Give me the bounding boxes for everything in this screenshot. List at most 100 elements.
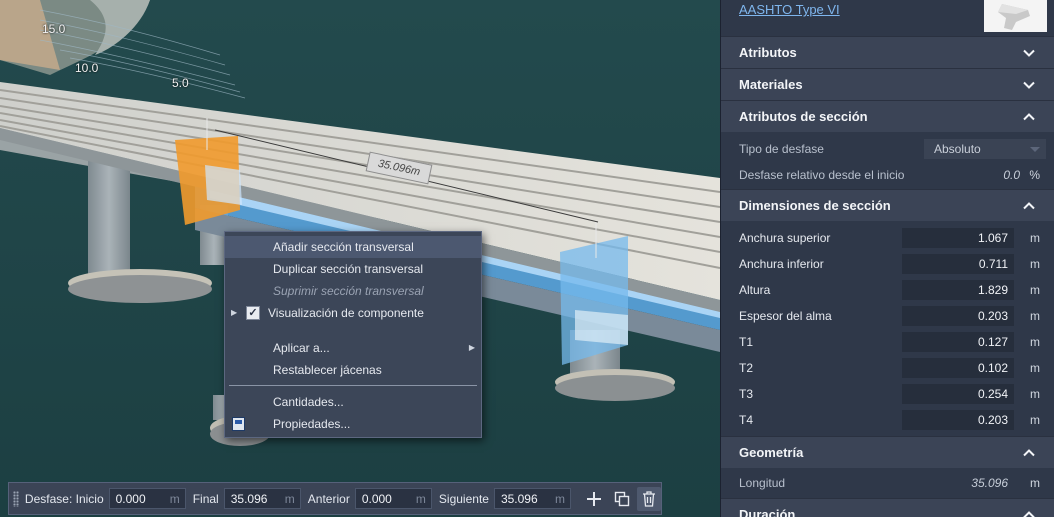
dimension-label: T2 — [739, 361, 754, 375]
chevron-up-icon — [1023, 112, 1035, 120]
girder-family-link[interactable]: AASHTO Type VI — [739, 2, 840, 17]
unit-label: m — [169, 491, 180, 506]
dimension-row: Espesor del alma 0.203 m — [721, 303, 1054, 329]
submenu-arrow-icon: ▶ — [468, 343, 475, 352]
menu-item-component-display[interactable]: ▶ ✓ Visualización de componente — [225, 302, 481, 324]
offset-type-label: Tipo de desfase — [739, 142, 824, 156]
dimension-value-input[interactable]: 0.203 — [902, 306, 1014, 326]
dimension-row: Anchura superior 1.067 m — [721, 225, 1054, 251]
dimension-value-input[interactable]: 1.829 — [902, 280, 1014, 300]
section-attributes-body: Tipo de desfase Absoluto Desfase relativ… — [721, 132, 1054, 189]
relative-offset-value: 0.0 — [1003, 168, 1020, 182]
menu-item-label: Suprimir sección transversal — [273, 284, 424, 298]
dimension-row: T4 0.203 m — [721, 407, 1054, 433]
chevron-up-icon — [1023, 510, 1035, 517]
section-geometry-header[interactable]: Geometría — [721, 436, 1054, 468]
dimension-value-input[interactable]: 0.203 — [902, 410, 1014, 430]
previous-offset-input[interactable] — [361, 491, 414, 506]
section-materials-header[interactable]: Materiales — [721, 68, 1054, 100]
menu-item-label: Duplicar sección transversal — [273, 262, 424, 276]
menu-item-delete-cross-section: Suprimir sección transversal — [225, 280, 481, 302]
girder-thumbnail[interactable] — [984, 0, 1047, 32]
menu-item-properties[interactable]: Propiedades... — [225, 413, 481, 435]
toolbar-grip-handle[interactable] — [13, 490, 19, 507]
dropdown-caret-icon — [1030, 146, 1040, 152]
contour-label-15: 15.0 — [42, 22, 66, 36]
end-offset-field[interactable]: m — [223, 488, 301, 509]
dimension-value-input[interactable]: 0.102 — [902, 358, 1014, 378]
menu-item-duplicate-cross-section[interactable]: Duplicar sección transversal — [225, 258, 481, 280]
start-offset-input[interactable] — [115, 491, 168, 506]
dimension-value-input[interactable]: 0.254 — [902, 384, 1014, 404]
section-attributes-header[interactable]: Atributos — [721, 36, 1054, 68]
end-offset-input[interactable] — [230, 491, 283, 506]
dimension-value-input[interactable]: 0.711 — [902, 254, 1014, 274]
length-row: Longitud 35.096 m — [721, 470, 1054, 496]
start-offset-label: Desfase: Inicio — [24, 491, 104, 506]
dimension-value-input[interactable]: 1.067 — [902, 228, 1014, 248]
dimension-label: Anchura superior — [739, 231, 831, 245]
next-offset-input[interactable] — [500, 491, 553, 506]
offset-type-value: Absoluto — [934, 142, 981, 156]
menu-item-label: Añadir sección transversal — [273, 240, 414, 254]
dimension-label: T1 — [739, 335, 754, 349]
unit-label: m — [284, 491, 295, 506]
menu-item-label: Visualización de componente — [268, 306, 424, 320]
section-title: Dimensiones de sección — [739, 198, 891, 213]
dimension-unit: m — [1030, 231, 1040, 245]
dimension-unit: m — [1030, 257, 1040, 271]
length-unit: m — [1030, 476, 1040, 490]
section-section-attributes-header[interactable]: Atributos de sección — [721, 100, 1054, 132]
dimension-unit: m — [1030, 387, 1040, 401]
next-offset-label: Siguiente — [438, 491, 489, 506]
dimension-row: Altura 1.829 m — [721, 277, 1054, 303]
start-offset-field[interactable]: m — [108, 488, 186, 509]
menu-item-label: Propiedades... — [273, 417, 351, 431]
relative-offset-row: Desfase relativo desde el inicio 0.0 % — [721, 162, 1054, 188]
dimension-label: T4 — [739, 413, 754, 427]
add-section-button[interactable] — [582, 487, 606, 511]
section-dimensions-header[interactable]: Dimensiones de sección — [721, 189, 1054, 221]
girder-preview-image — [998, 4, 1030, 30]
menu-item-apply-to[interactable]: Aplicar a... ▶ — [225, 337, 481, 359]
dimension-unit: m — [1030, 413, 1040, 427]
menu-item-reset-girders[interactable]: Restablecer jácenas — [225, 359, 481, 381]
copy-icon — [614, 491, 629, 506]
delete-section-button[interactable] — [637, 486, 661, 511]
menu-item-label: Restablecer jácenas — [273, 363, 382, 377]
offset-toolbar: Desfase: Inicio m Final m Anterior m Sig… — [8, 482, 662, 515]
section-dimensions-body: Anchura superior 1.067 m Anchura inferior 0.… — [721, 221, 1054, 433]
contour-label-5: 5.0 — [172, 76, 189, 90]
chevron-down-icon — [1023, 49, 1035, 57]
section-title: Duración — [739, 507, 796, 517]
menu-item-add-cross-section[interactable]: Añadir sección transversal — [225, 236, 481, 258]
dimension-label: T3 — [739, 387, 754, 401]
chevron-up-icon — [1023, 448, 1035, 456]
3d-viewport[interactable]: 15.0 10.0 5.0 35.096m Añadir sección tra… — [0, 0, 720, 517]
menu-item-label: Aplicar a... — [273, 341, 330, 355]
checkbox-checked-icon[interactable]: ✓ — [246, 306, 260, 320]
context-menu: Añadir sección transversal Duplicar secc… — [224, 231, 482, 438]
next-offset-field[interactable]: m — [493, 488, 572, 509]
dimension-row: T1 0.127 m — [721, 329, 1054, 355]
dimension-label: Altura — [739, 283, 771, 297]
menu-separator — [229, 385, 477, 386]
section-title: Geometría — [739, 445, 804, 460]
duplicate-section-button[interactable] — [610, 487, 634, 511]
dimension-value-input[interactable]: 0.127 — [902, 332, 1014, 352]
dimension-row: Anchura inferior 0.711 m — [721, 251, 1054, 277]
unit-label: m — [415, 491, 426, 506]
unit-label: m — [555, 491, 566, 506]
previous-offset-field[interactable]: m — [354, 488, 432, 509]
section-duration-header[interactable]: Duración — [721, 498, 1054, 517]
section-title: Atributos de sección — [739, 109, 868, 124]
end-offset-label: Final — [192, 491, 219, 506]
dimension-unit: m — [1030, 361, 1040, 375]
contour-label-10: 10.0 — [75, 61, 99, 75]
family-header: AASHTO Type VI — [721, 0, 1054, 36]
section-title: Materiales — [739, 77, 803, 92]
menu-item-quantities[interactable]: Cantidades... — [225, 391, 481, 413]
offset-type-select[interactable]: Absoluto — [924, 139, 1046, 159]
dimension-unit: m — [1030, 283, 1040, 297]
relative-offset-unit: % — [1029, 168, 1040, 182]
